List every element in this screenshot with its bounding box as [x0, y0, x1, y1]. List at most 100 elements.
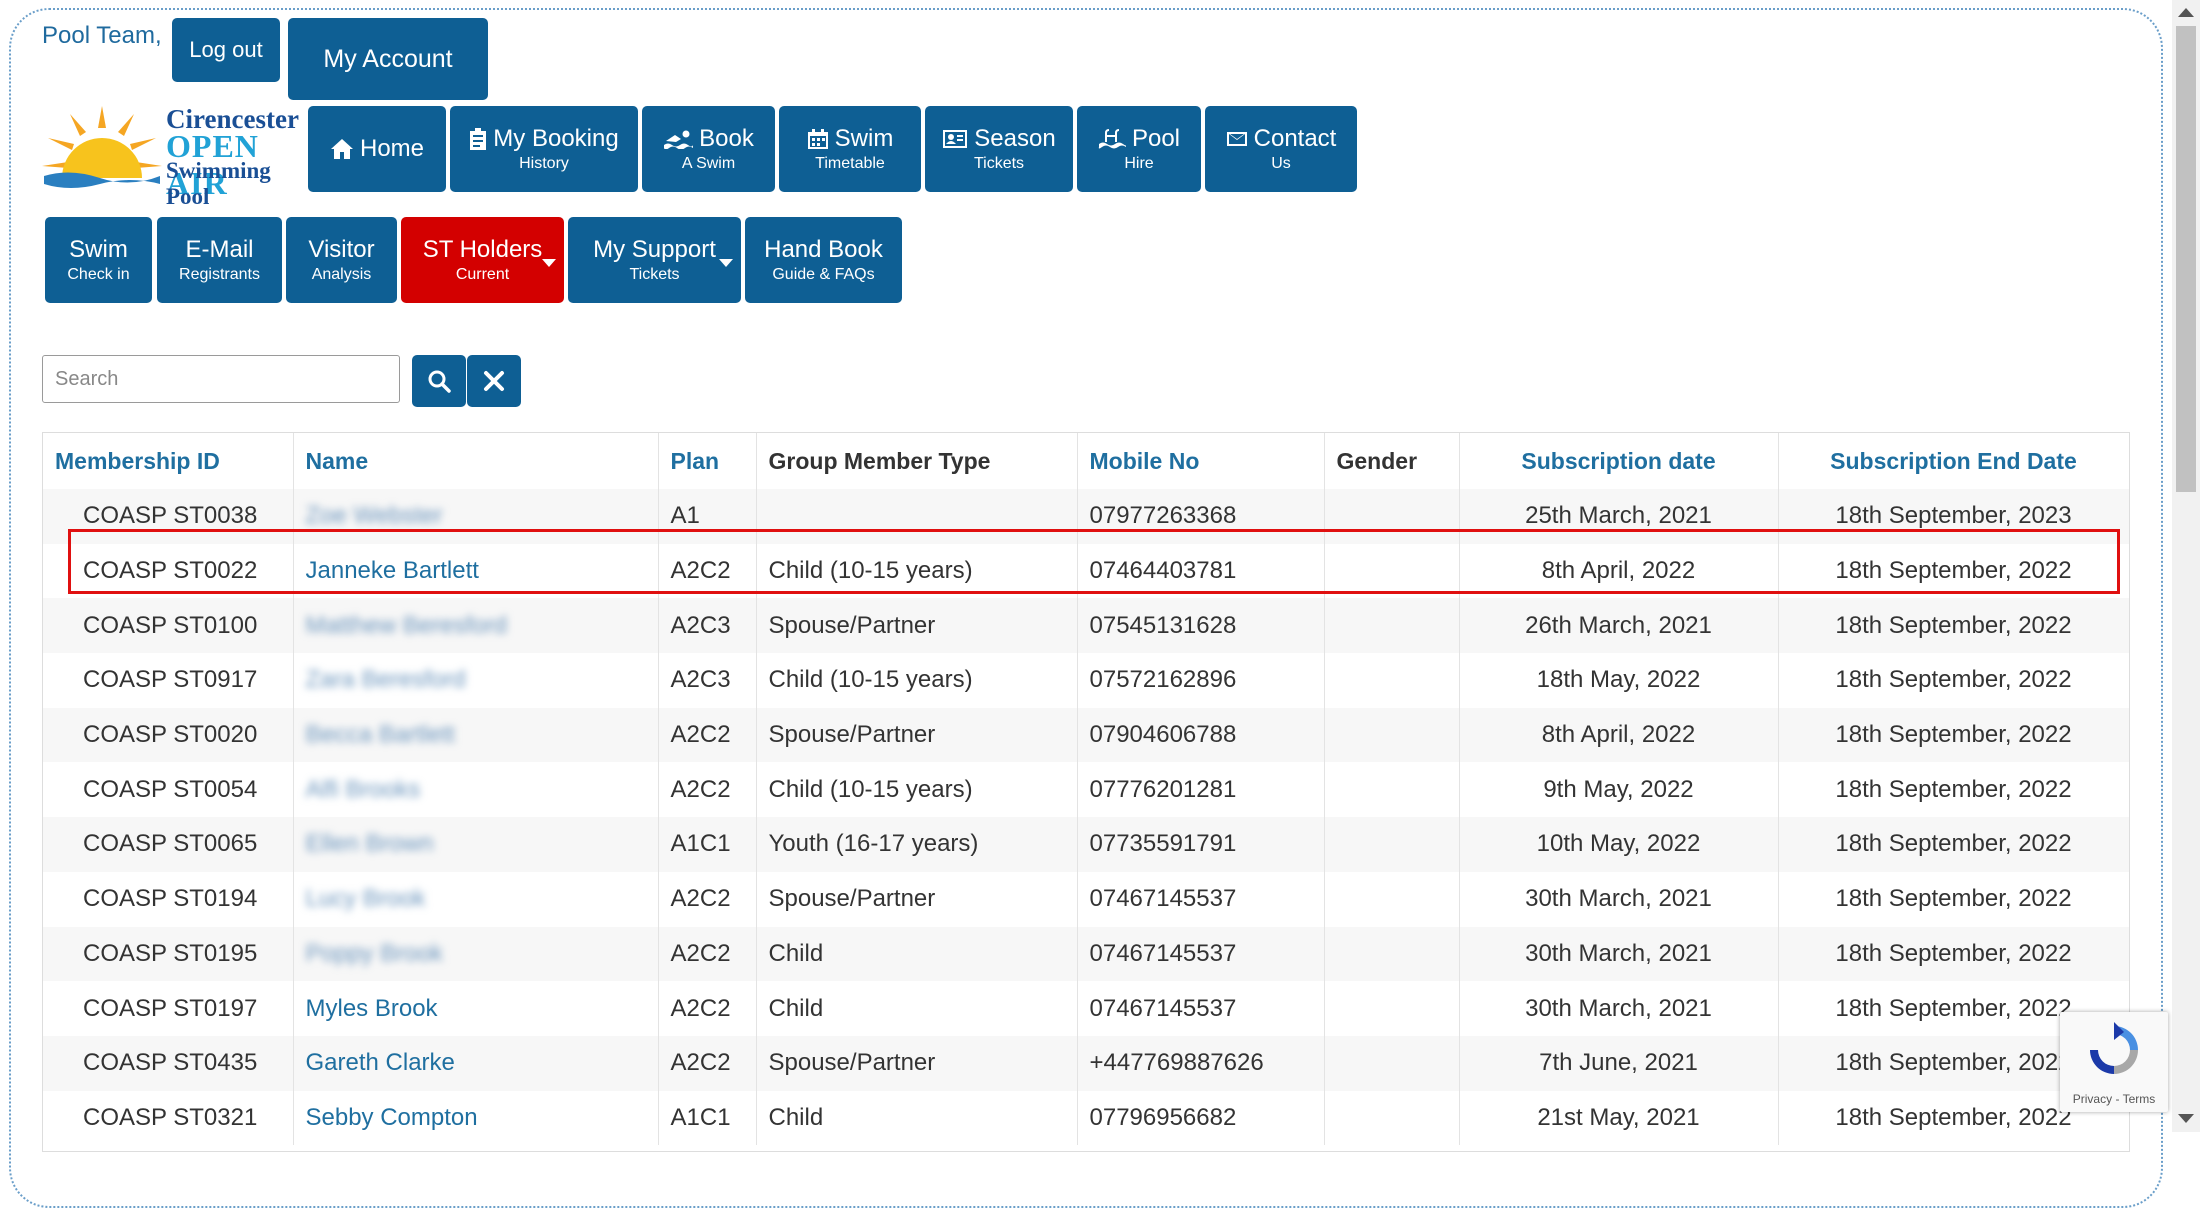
cell-name: Gareth Clarke: [293, 1035, 659, 1091]
cell-mobile-no: 07977263368: [1077, 489, 1325, 544]
nav-book-a-swim[interactable]: Book A Swim: [642, 106, 775, 192]
table-row: COASP ST0054 Alfi Brooks A2C2 Child (10-15 …: [43, 762, 2129, 818]
table-row: COASP ST0065 Ellen Brown A1C1 Youth (16-17 …: [43, 817, 2129, 872]
cell-group-member-type: Child: [756, 926, 1078, 982]
subnav-hand-book[interactable]: Hand Book Guide & FAQs: [745, 217, 902, 303]
sun-icon: [42, 106, 162, 188]
cell-mobile-no: +447769887626: [1077, 1035, 1325, 1091]
cell-subscription-date: 18th May, 2022: [1459, 653, 1779, 708]
logout-button[interactable]: Log out: [172, 18, 280, 82]
cell-membership-id: COASP ST0054: [43, 762, 294, 818]
col-plan[interactable]: Plan: [658, 433, 757, 489]
cell-gender: [1324, 871, 1460, 927]
table-row: COASP ST0195 Poppy Brook A2C2 Child 07467145…: [43, 926, 2129, 982]
cell-name: Zoe Webster: [293, 489, 659, 544]
cell-mobile-no: 07464403781: [1077, 543, 1325, 599]
st-holders-table: Membership ID Name Plan Group Member Typ…: [42, 432, 2130, 1152]
site-logo[interactable]: Cirencester OPEN AIR Swimming Pool: [40, 104, 300, 209]
close-icon: [484, 371, 504, 391]
cell-plan: A2C2: [658, 707, 757, 763]
subnav-st-holders[interactable]: ST Holders Current: [401, 217, 564, 303]
cell-name: Becca Bartlett: [293, 707, 659, 763]
separator: -: [2112, 1092, 2123, 1106]
subnav-email-registrants[interactable]: E-Mail Registrants: [157, 217, 282, 303]
nav-swim-timetable[interactable]: Swim Timetable: [779, 106, 921, 192]
col-subscription-date[interactable]: Subscription date: [1459, 433, 1779, 489]
cell-gender: [1324, 1090, 1460, 1146]
member-name-link[interactable]: Gareth Clarke: [306, 1049, 455, 1076]
cell-plan: A1C1: [658, 817, 757, 872]
subnav-my-support[interactable]: My Support Tickets: [568, 217, 741, 303]
col-subscription-end-date[interactable]: Subscription End Date: [1778, 433, 2129, 489]
member-name-link[interactable]: Poppy Brook: [306, 940, 443, 967]
member-name-link[interactable]: Sebby Compton: [306, 1104, 478, 1131]
table-row: COASP ST0321 Sebby Compton A1C1 Child 077969…: [43, 1090, 2129, 1146]
member-name-link[interactable]: Myles Brook: [306, 995, 438, 1022]
nav-sublabel: Us: [1271, 155, 1291, 172]
cell-group-member-type: Child (10-15 years): [756, 543, 1078, 599]
cell-mobile-no: 07467145537: [1077, 871, 1325, 927]
cell-subscription-date: 10th May, 2022: [1459, 817, 1779, 872]
cell-mobile-no: 07796956682: [1077, 1090, 1325, 1146]
cell-gender: [1324, 981, 1460, 1036]
my-account-button[interactable]: My Account: [288, 18, 488, 100]
subnav-label: Swim: [69, 236, 128, 263]
nav-label: Book: [699, 125, 754, 152]
scrollbar-thumb[interactable]: [2176, 26, 2196, 492]
cell-name: Zara Beresford: [293, 653, 659, 708]
terms-link[interactable]: Terms: [2123, 1092, 2156, 1106]
subnav-swim-check-in[interactable]: Swim Check in: [45, 217, 152, 303]
privacy-link[interactable]: Privacy: [2073, 1092, 2112, 1106]
cell-name: Janneke Bartlett: [293, 543, 659, 599]
cell-mobile-no: 07545131628: [1077, 598, 1325, 654]
cell-plan: A2C2: [658, 543, 757, 599]
member-name-link[interactable]: Zara Beresford: [306, 666, 466, 693]
cell-subscription-end-date: 18th September, 2022: [1778, 598, 2129, 654]
col-gender: Gender: [1324, 433, 1460, 489]
search-button[interactable]: [412, 355, 466, 407]
scroll-up-arrow-icon[interactable]: [2178, 8, 2194, 17]
cell-plan: A1C1: [658, 1090, 757, 1146]
nav-my-booking[interactable]: My Booking History: [450, 106, 638, 192]
col-membership-id[interactable]: Membership ID: [43, 433, 294, 489]
cell-subscription-end-date: 18th September, 2022: [1778, 653, 2129, 708]
recaptcha-badge[interactable]: Privacy - Terms: [2060, 1012, 2168, 1112]
nav-season-tickets[interactable]: Season Tickets: [925, 106, 1073, 192]
cell-name: Matthew Beresford: [293, 598, 659, 654]
envelope-icon: [1226, 132, 1247, 146]
subnav-visitor-analysis[interactable]: Visitor Analysis: [286, 217, 397, 303]
subnav-sublabel: Guide & FAQs: [772, 266, 875, 283]
member-name-link[interactable]: Ellen Brown: [306, 830, 434, 857]
subnav-sublabel: Registrants: [179, 266, 260, 283]
nav-sublabel: History: [519, 155, 569, 172]
cell-membership-id: COASP ST0435: [43, 1035, 294, 1091]
member-name-link[interactable]: Alfi Brooks: [306, 776, 421, 803]
cell-membership-id: COASP ST0197: [43, 981, 294, 1036]
dropdown-caret-icon: [542, 259, 556, 267]
cell-group-member-type: Spouse/Partner: [756, 1035, 1078, 1091]
table-header-row: Membership ID Name Plan Group Member Typ…: [43, 433, 2129, 489]
nav-label: Contact: [1253, 125, 1337, 152]
cell-mobile-no: 07904606788: [1077, 707, 1325, 763]
member-name-link[interactable]: Matthew Beresford: [306, 612, 507, 639]
clear-search-button[interactable]: [467, 355, 521, 407]
member-name-link[interactable]: Zoe Webster: [306, 502, 443, 529]
member-name-link[interactable]: Janneke Bartlett: [306, 557, 479, 584]
subnav-sublabel: Tickets: [629, 266, 680, 283]
cell-plan: A2C2: [658, 1035, 757, 1091]
scroll-down-arrow-icon[interactable]: [2178, 1114, 2194, 1123]
cell-membership-id: COASP ST0020: [43, 707, 294, 763]
nav-home[interactable]: Home: [308, 106, 446, 192]
cell-name: Lucy Brook: [293, 871, 659, 927]
search-input[interactable]: [42, 355, 400, 403]
swimmer-icon: [664, 130, 694, 149]
subnav-label: E-Mail: [185, 236, 254, 263]
cell-membership-id: COASP ST0100: [43, 598, 294, 654]
member-name-link[interactable]: Lucy Brook: [306, 885, 426, 912]
member-name-link[interactable]: Becca Bartlett: [306, 721, 455, 748]
col-mobile-no[interactable]: Mobile No: [1077, 433, 1325, 489]
table-row: COASP ST0194 Lucy Brook A2C2 Spouse/Partner…: [43, 871, 2129, 927]
nav-pool-hire[interactable]: Pool Hire: [1077, 106, 1201, 192]
nav-contact-us[interactable]: Contact Us: [1205, 106, 1357, 192]
col-name[interactable]: Name: [293, 433, 659, 489]
